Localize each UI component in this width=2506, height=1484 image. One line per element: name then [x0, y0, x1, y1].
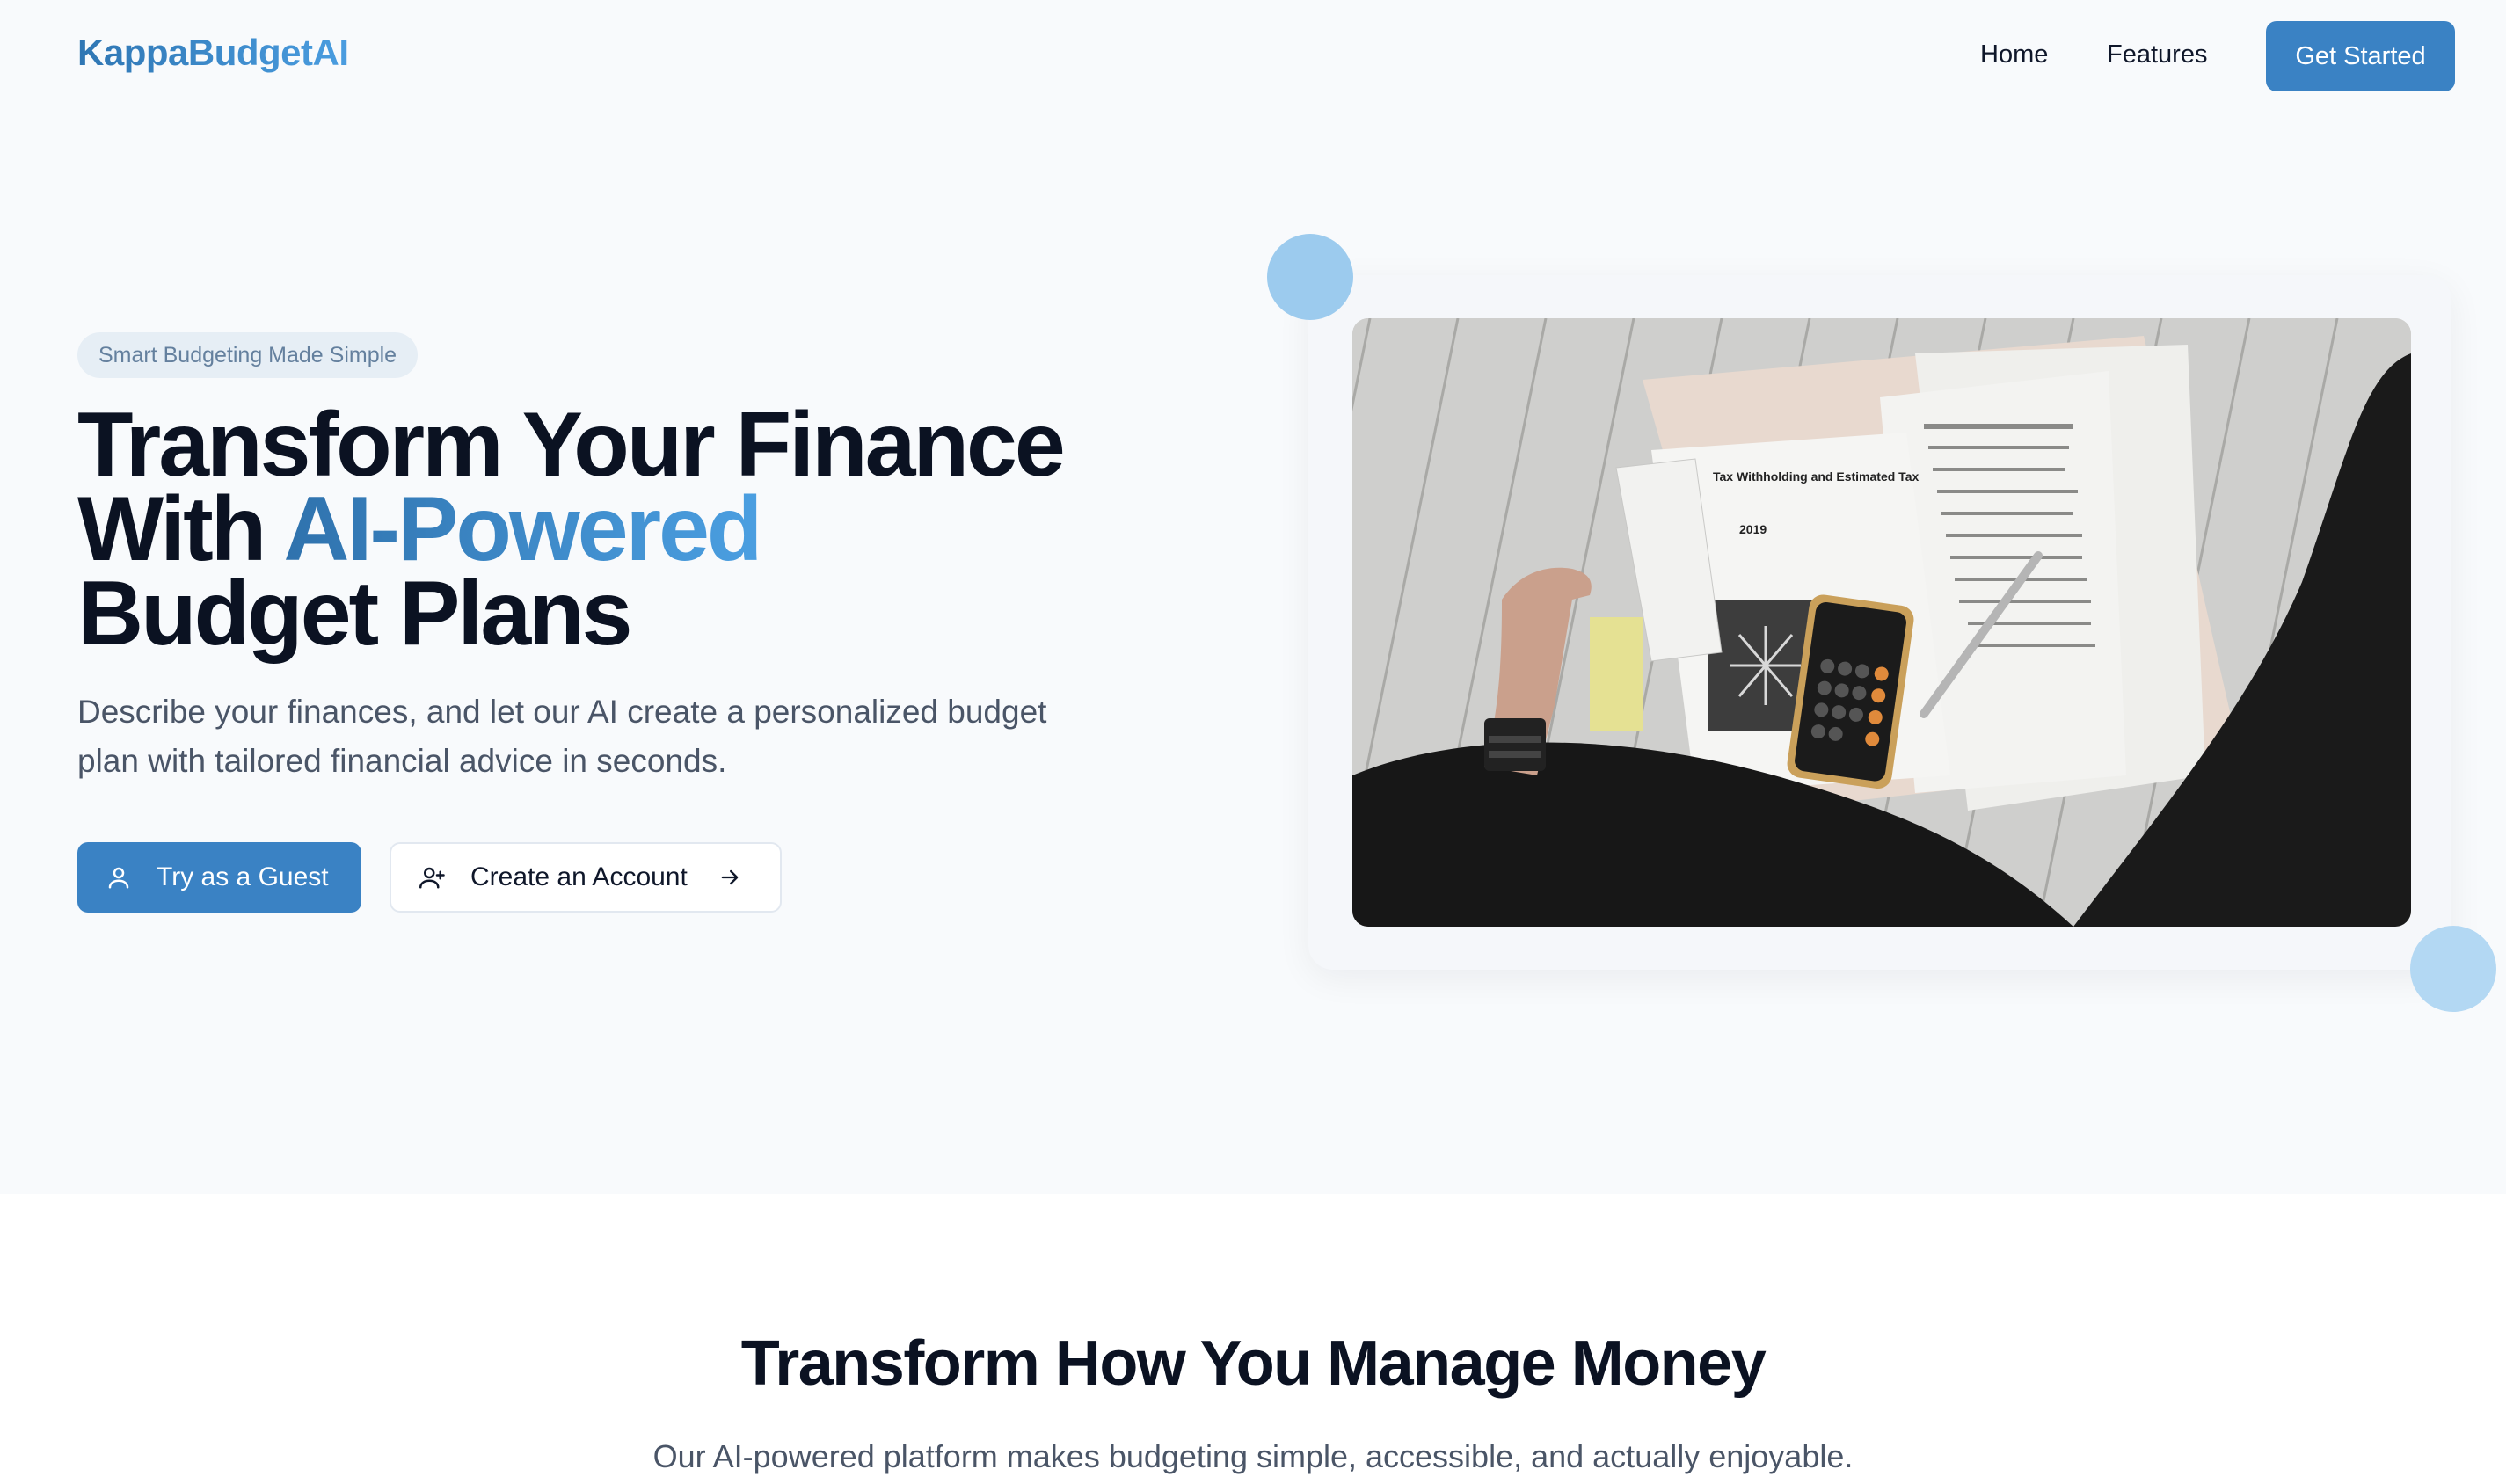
hero-photo: Tax Withholding and Estimated Tax 2019: [1352, 318, 2411, 927]
create-account-button[interactable]: Create an Account: [390, 842, 782, 913]
nav-link-features[interactable]: Features: [2107, 40, 2207, 69]
hero-headline: Transform Your Finance With AI-Powered B…: [77, 399, 1133, 659]
headline-line-3: Budget Plans: [77, 563, 633, 665]
logo[interactable]: KappaBudgetAI: [77, 32, 349, 74]
features-title: Transform How You Manage Money: [740, 1328, 1767, 1399]
photo-doc-title: Tax Withholding and Estimated Tax: [1713, 469, 1919, 484]
decorative-circle-bottom: [2410, 926, 2496, 1012]
decorative-circle-top: [1267, 234, 1353, 320]
user-plus-icon: [418, 864, 448, 891]
try-as-guest-label: Try as a Guest: [157, 862, 329, 891]
create-account-label: Create an Account: [470, 862, 688, 891]
arrow-right-icon: [718, 865, 742, 890]
hero-badge: Smart Budgeting Made Simple: [77, 332, 419, 378]
get-started-button[interactable]: Get Started: [2266, 21, 2455, 91]
features-subtitle: Our AI-powered platform makes budgeting …: [652, 1438, 1854, 1474]
hero-subtitle: Describe your finances, and let our AI c…: [77, 694, 1047, 779]
nav-link-home[interactable]: Home: [1980, 40, 2048, 69]
user-icon: [106, 864, 132, 891]
try-as-guest-button[interactable]: Try as a Guest: [77, 842, 361, 913]
photo-doc-year: 2019: [1739, 522, 1767, 536]
